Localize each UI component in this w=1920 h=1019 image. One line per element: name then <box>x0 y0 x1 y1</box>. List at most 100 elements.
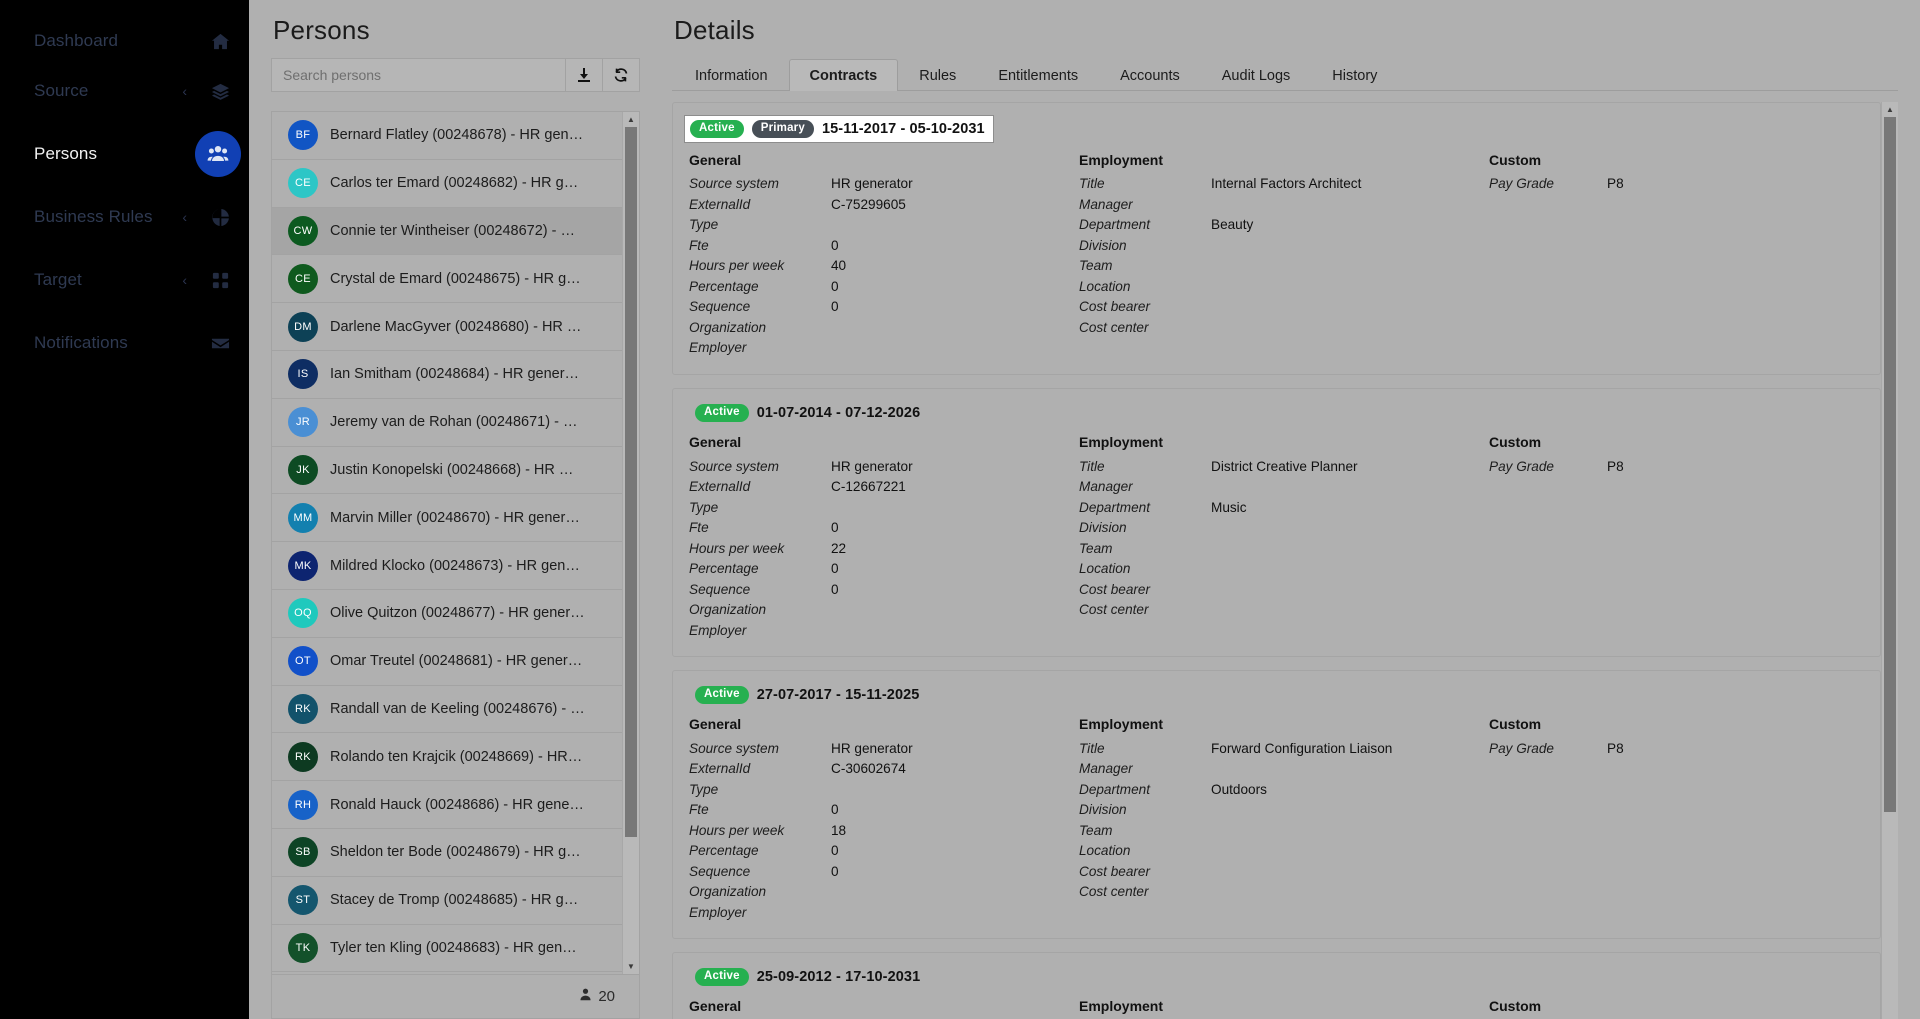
list-item[interactable]: CW Connie ter Wintheiser (00248672) - … <box>272 207 639 256</box>
list-item[interactable]: IS Ian Smitham (00248684) - HR gener… <box>272 351 639 399</box>
person-name: Bernard Flatley (00248678) - HR gen… <box>330 127 584 144</box>
layers-icon <box>209 80 231 102</box>
contract-card[interactable]: Active 25-09-2012 - 17-10-2031 GeneralSour… <box>672 952 1881 1019</box>
tab-rules[interactable]: Rules <box>898 59 977 91</box>
list-item[interactable]: RH Ronald Hauck (00248686) - HR gene… <box>272 781 639 829</box>
contract-card[interactable]: Active Primary 15-11-2017 - 05-10-2031 Gene… <box>672 102 1881 376</box>
scroll-up-icon[interactable]: ▲ <box>1882 102 1898 117</box>
field-value: HR generator <box>831 740 913 756</box>
contracts-scrollbar[interactable]: ▲ <box>1881 102 1898 1019</box>
sidebar-item-business-rules[interactable]: Business Rules ‹ <box>0 192 249 242</box>
field-value: 0 <box>831 802 839 818</box>
general-column: General Source system HR generator External… <box>689 716 1079 923</box>
field-label: Source system <box>689 176 779 192</box>
field-label: Cost bearer <box>1079 581 1151 597</box>
contract-card-header: Active 01-07-2014 - 07-12-2026 <box>689 401 1864 425</box>
person-name: Mildred Klocko (00248673) - HR gen… <box>330 557 580 574</box>
general-column: General Source system HR generator External… <box>689 152 1079 359</box>
list-item[interactable]: BF Bernard Flatley (00248678) - HR gen… <box>272 112 639 160</box>
field-label: Cost center <box>1079 884 1149 900</box>
users-icon[interactable] <box>195 131 241 177</box>
field-label: Title <box>1079 176 1105 192</box>
tab-entitlements[interactable]: Entitlements <box>977 59 1099 91</box>
list-item[interactable]: SB Sheldon ter Bode (00248679) - HR g… <box>272 829 639 877</box>
person-icon <box>579 988 592 1005</box>
field-value: Forward Configuration Liaison <box>1211 740 1393 756</box>
avatar: JK <box>288 454 318 485</box>
field-row-organization: Organization <box>689 881 1079 902</box>
list-item[interactable]: OT Omar Treutel (00248681) - HR gener… <box>272 638 639 686</box>
tab-audit-logs[interactable]: Audit Logs <box>1201 59 1312 91</box>
list-item[interactable]: RK Rolando ten Krajcik (00248669) - HR… <box>272 733 639 782</box>
chevron-left-icon[interactable]: ‹ <box>182 84 187 98</box>
list-item[interactable]: JK Justin Konopelski (00248668) - HR … <box>272 447 639 495</box>
sidebar-item-notifications[interactable]: Notifications <box>0 318 249 368</box>
section-heading: Employment <box>1079 151 1164 168</box>
field-row-pay-grade: Pay Grade P8 <box>1489 738 1864 759</box>
field-label: Fte <box>689 802 709 818</box>
list-item[interactable]: DM Darlene MacGyver (00248680) - HR … <box>272 303 639 351</box>
persons-scrollbar-thumb[interactable] <box>625 127 637 837</box>
tab-information[interactable]: Information <box>674 59 789 91</box>
section-heading: Employment <box>1079 433 1164 450</box>
field-label: Title <box>1079 458 1105 474</box>
persons-scrollbar[interactable]: ▲ ▼ <box>622 112 639 974</box>
field-label: Pay Grade <box>1489 458 1554 474</box>
sidebar-item-label: Target <box>34 270 82 289</box>
field-label: Employer <box>689 340 747 356</box>
sidebar-item-target[interactable]: Target ‹ <box>0 255 249 305</box>
contract-card[interactable]: Active 01-07-2014 - 07-12-2026 General Sour… <box>672 388 1881 658</box>
refresh-button[interactable] <box>603 58 640 92</box>
field-value: 22 <box>831 540 847 556</box>
avatar: IS <box>288 359 318 390</box>
list-item[interactable]: TK Tyler ten Kling (00248683) - HR gen… <box>272 925 639 973</box>
list-item[interactable]: ST Stacey de Tromp (00248685) - HR g… <box>272 877 639 925</box>
search-input[interactable] <box>271 58 566 92</box>
list-item[interactable]: CE Crystal de Emard (00248675) - HR g… <box>272 255 639 304</box>
employment-column: Employment Title District Creative Planner… <box>1079 434 1489 641</box>
download-button[interactable] <box>566 58 603 92</box>
field-label: Team <box>1079 540 1113 556</box>
contracts-scrollbar-thumb[interactable] <box>1884 117 1896 812</box>
field-row-sequence: Sequence 0 <box>689 297 1079 318</box>
field-row-manager: Manager <box>1079 758 1489 779</box>
persons-count-footer: 20 <box>272 974 639 1018</box>
tab-contracts[interactable]: Contracts <box>788 59 899 91</box>
app-window: Dashboard Source ‹ Persons Business Rules ‹ Ta… <box>0 0 1920 1019</box>
field-row-division: Division <box>1079 517 1489 538</box>
field-row-pay-grade: Pay Grade P8 <box>1489 174 1864 195</box>
field-row-department: Department Music <box>1079 497 1489 518</box>
tab-history[interactable]: History <box>1311 59 1398 91</box>
sidebar-item-dashboard[interactable]: Dashboard <box>0 16 249 66</box>
list-item[interactable]: MM Marvin Miller (00248670) - HR gener… <box>272 494 639 543</box>
field-value: 0 <box>831 561 839 577</box>
contract-card[interactable]: Active 27-07-2017 - 15-11-2025 General Sour… <box>672 670 1881 940</box>
sidebar-item-persons[interactable]: Persons <box>0 129 249 179</box>
sidebar-item-source[interactable]: Source ‹ <box>0 66 249 116</box>
custom-column: Custom Pay Grade P8 <box>1489 434 1864 641</box>
tab-accounts[interactable]: Accounts <box>1099 59 1201 91</box>
persons-list-box: BF Bernard Flatley (00248678) - HR gen… CE… <box>271 111 640 1019</box>
avatar: CE <box>288 263 318 294</box>
field-row-sequence: Sequence 0 <box>689 861 1079 882</box>
scroll-up-icon[interactable]: ▲ <box>623 112 639 127</box>
field-value: HR generator <box>831 176 913 192</box>
list-item[interactable]: JR Jeremy van de Rohan (00248671) - … <box>272 399 639 447</box>
chevron-left-icon[interactable]: ‹ <box>182 210 187 224</box>
grid-icon <box>209 269 231 291</box>
field-row-fte: Fte 0 <box>689 799 1079 820</box>
field-label: Type <box>689 499 719 515</box>
list-item[interactable]: RK Randall van de Keeling (00248676) - … <box>272 686 639 734</box>
avatar: CW <box>288 215 318 246</box>
field-row-source-system: Source system HR generator <box>689 174 1079 195</box>
person-name: Carlos ter Emard (00248682) - HR g… <box>330 175 579 192</box>
person-name: Sheldon ter Bode (00248679) - HR g… <box>330 844 581 861</box>
list-item[interactable]: CE Carlos ter Emard (00248682) - HR g… <box>272 160 639 208</box>
list-item[interactable]: MK Mildred Klocko (00248673) - HR gen… <box>272 542 639 590</box>
scroll-down-icon[interactable]: ▼ <box>623 959 639 974</box>
field-row-cost-center: Cost center <box>1079 317 1489 338</box>
field-row-percentage: Percentage 0 <box>689 276 1079 297</box>
chevron-left-icon[interactable]: ‹ <box>182 273 187 287</box>
field-row-cost-center: Cost center <box>1079 599 1489 620</box>
list-item[interactable]: OQ Olive Quitzon (00248677) - HR gener… <box>272 590 639 638</box>
